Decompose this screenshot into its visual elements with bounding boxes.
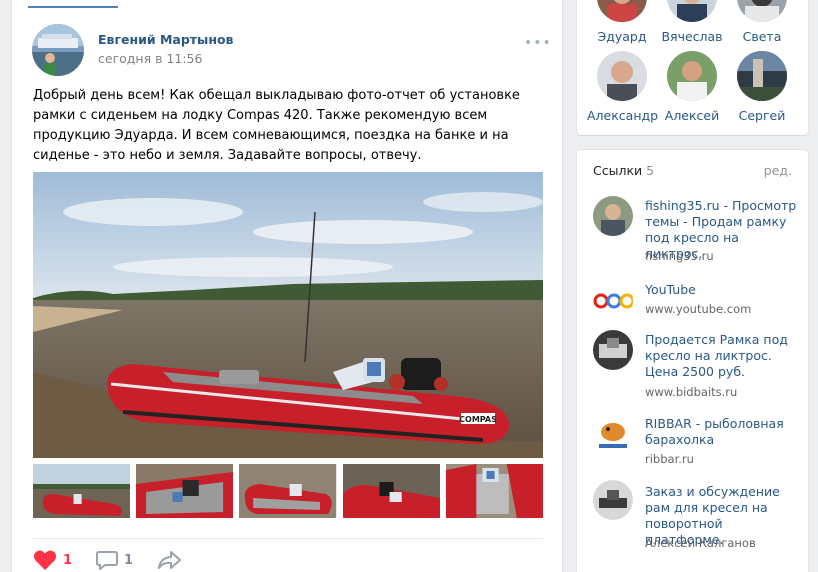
friend-vyacheslav[interactable]: Вячеслав	[657, 0, 727, 44]
link-item-ribbar[interactable]: RIBBAR - рыболовная барахолка ribbar.ru	[593, 414, 798, 469]
friends-card: Эдуард Вячеслав Света Александр Алексей …	[577, 0, 808, 135]
comment-button[interactable]: 1	[96, 550, 133, 570]
author-avatar[interactable]	[32, 24, 84, 76]
ribbar-logo-icon	[593, 414, 633, 454]
main-photo[interactable]: COMPAS	[33, 172, 543, 458]
post-card: Евгений Мартынов сегодня в 11:56 ••• Доб…	[12, 0, 562, 572]
friend-aleksandr[interactable]: Александр	[587, 51, 659, 123]
author-name-link[interactable]: Евгений Мартынов	[98, 32, 233, 47]
comment-count: 1	[124, 552, 134, 568]
post-timestamp[interactable]: сегодня в 11:56	[98, 51, 202, 66]
link-thumbnail	[593, 480, 633, 520]
link-thumbnail	[593, 330, 633, 370]
tab-indicator	[28, 6, 118, 8]
share-icon	[158, 551, 182, 569]
link-item-bidbaits[interactable]: Продается Рамка под кресло на ликтрос. Ц…	[593, 330, 798, 400]
post-text: Добрый день всем! Как обещал выкладываю …	[33, 88, 520, 163]
thumbnail-3[interactable]	[239, 464, 337, 518]
like-button[interactable]: 1	[33, 549, 72, 571]
friend-name: Света	[742, 29, 782, 44]
friend-avatar	[667, 51, 717, 101]
post-divider	[33, 538, 543, 539]
friend-name: Сергей	[738, 108, 786, 123]
links-edit-link[interactable]: ред.	[764, 163, 792, 178]
share-button[interactable]	[157, 550, 182, 570]
link-item-fishing35[interactable]: fishing35.ru - Просмотр темы - Продам ра…	[593, 196, 798, 266]
thumbnail-4[interactable]	[342, 464, 440, 518]
links-count: 5	[646, 163, 655, 178]
friend-sergey[interactable]: Сергей	[727, 51, 797, 123]
friend-name: Эдуард	[597, 29, 647, 44]
friend-avatar	[597, 0, 647, 22]
link-domain: fishing35.ru	[645, 249, 714, 263]
link-domain: ribbar.ru	[645, 452, 694, 466]
link-author: Алексей Калганов	[645, 536, 756, 550]
friend-sveta[interactable]: Света	[727, 0, 797, 44]
link-domain: www.bidbaits.ru	[645, 385, 738, 399]
friend-name: Алексей	[664, 108, 720, 123]
youtube-icon	[593, 281, 633, 321]
friend-avatar	[597, 51, 647, 101]
boat-label: COMPAS	[459, 415, 497, 424]
friend-eduard[interactable]: Эдуард	[587, 0, 657, 44]
like-count: 1	[63, 552, 73, 568]
thumbnail-1[interactable]	[33, 464, 131, 518]
links-title: Ссылки	[593, 163, 643, 178]
links-card: Ссылки 5 ред. fishing35.ru - Просмотр тем…	[577, 150, 808, 572]
friend-name: Вячеслав	[661, 29, 723, 44]
friend-aleksey[interactable]: Алексей	[657, 51, 727, 123]
link-title[interactable]: RIBBAR - рыболовная барахолка	[645, 416, 800, 448]
link-domain: www.youtube.com	[645, 302, 752, 316]
more-icon[interactable]: •••	[524, 35, 552, 51]
friend-name: Александр	[587, 108, 659, 123]
friend-avatar	[737, 51, 787, 101]
link-item-youtube[interactable]: YouTube www.youtube.com	[593, 281, 798, 321]
photo-thumbnails	[33, 464, 544, 518]
links-header[interactable]: Ссылки 5	[593, 163, 654, 178]
link-item-kalganov[interactable]: Заказ и обсуждение рам для кресел на пов…	[593, 480, 798, 550]
post-actions: 1 1	[33, 549, 205, 571]
thumbnail-2[interactable]	[136, 464, 234, 518]
comment-icon	[96, 551, 119, 570]
thumbnail-5[interactable]	[445, 464, 544, 518]
heart-icon	[33, 550, 57, 570]
link-title[interactable]: Продается Рамка под кресло на ликтрос. Ц…	[645, 332, 800, 380]
friend-avatar	[737, 0, 787, 22]
friend-avatar	[667, 0, 717, 22]
link-thumbnail	[593, 196, 633, 236]
link-title[interactable]: YouTube	[645, 282, 800, 298]
